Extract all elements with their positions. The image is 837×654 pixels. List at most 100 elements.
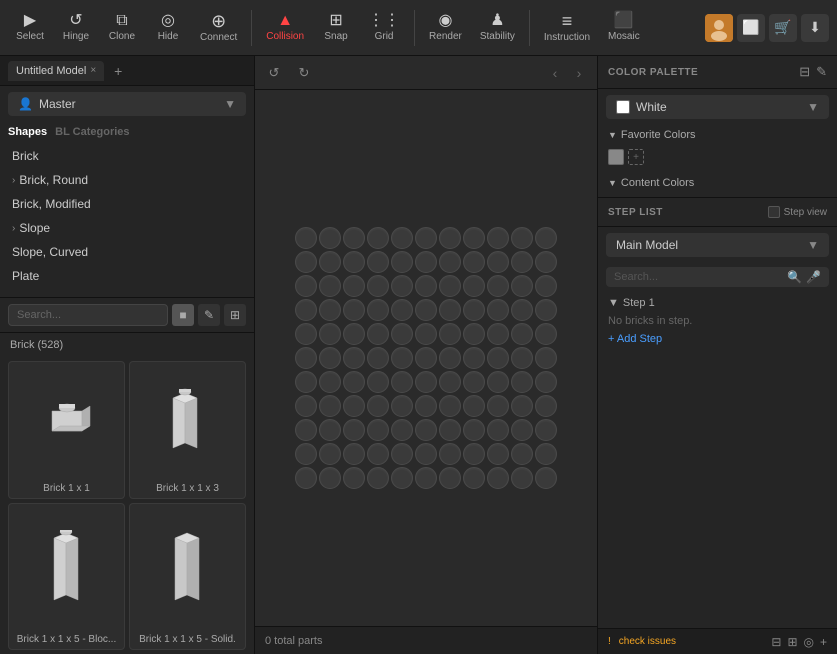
model-chevron-icon: ▼ <box>807 238 819 252</box>
toolbar-tools-group: ▶ Select ↺ Hinge ⧉ Clone ◎ Hide ⊕ Connec… <box>8 8 648 47</box>
step-content: ▼ Step 1 No bricks in step. + Add Step <box>598 291 837 628</box>
user-avatar[interactable] <box>705 14 733 42</box>
view-edit-btn[interactable]: ✎ <box>198 304 220 326</box>
tab-add-btn[interactable]: + <box>108 61 128 81</box>
edit-palette-icon[interactable]: ✎ <box>816 64 827 80</box>
stud <box>367 227 389 249</box>
stud <box>319 275 341 297</box>
search-input[interactable] <box>8 304 168 326</box>
brick-1x1x5-solid-label: Brick 1 x 1 x 5 - Solid. <box>139 634 236 645</box>
render-label: Render <box>429 31 462 42</box>
shape-brick-round-label: Brick, Round <box>19 173 88 187</box>
white-swatch <box>616 100 630 114</box>
shape-item-slope[interactable]: › Slope <box>0 216 254 240</box>
shape-item-brick-round[interactable]: › Brick, Round <box>0 168 254 192</box>
shape-slope-label: Slope <box>19 221 50 235</box>
shape-item-brick-modified[interactable]: Brick, Modified <box>0 192 254 216</box>
select-tool[interactable]: ▶ Select <box>8 9 52 46</box>
model-dropdown[interactable]: Main Model ▼ <box>606 233 829 257</box>
stud <box>367 323 389 345</box>
stud <box>391 275 413 297</box>
add-step-btn[interactable]: + Add Step <box>608 333 827 345</box>
content-colors-header[interactable]: ▼ Content Colors <box>608 177 827 189</box>
clone-tool[interactable]: ⧉ Clone <box>100 9 144 46</box>
monitor-btn[interactable]: ⬜ <box>737 14 765 42</box>
grid-tool[interactable]: ⋮⋮ Grid <box>360 9 408 46</box>
stud <box>415 443 437 465</box>
add-fav-btn[interactable]: + <box>628 149 644 165</box>
model-tab[interactable]: Untitled Model × <box>8 61 104 81</box>
shape-brick-modified-label: Brick, Modified <box>12 197 91 211</box>
left-panel: Untitled Model × + 👤 Master ▼ Shapes BL … <box>0 56 255 654</box>
stud <box>343 443 365 465</box>
download-btn[interactable]: ⬇ <box>801 14 829 42</box>
instruction-tool[interactable]: ≡ Instruction <box>536 8 598 47</box>
minimize-icon[interactable]: ⊟ <box>771 635 781 649</box>
stud <box>511 467 533 489</box>
render-tool[interactable]: ◉ Render <box>421 9 470 46</box>
eye-icon[interactable]: ◎ <box>804 635 814 649</box>
next-arrow[interactable]: › <box>569 63 589 83</box>
step-mic-icon[interactable]: 🎤 <box>806 270 821 284</box>
stud <box>391 371 413 393</box>
stud <box>535 275 557 297</box>
brick-item-1x1x5-solid[interactable]: Brick 1 x 1 x 5 - Solid. <box>129 503 246 651</box>
connect-tool[interactable]: ⊕ Connect <box>192 8 245 47</box>
redo-icon[interactable]: ↻ <box>293 62 315 84</box>
shape-item-slope-curved[interactable]: Slope, Curved <box>0 240 254 264</box>
step-list-section: STEP LIST Step view Main Model ▼ 🔍 🎤 <box>598 197 837 628</box>
tab-close-btn[interactable]: × <box>90 65 96 76</box>
step-search-input[interactable] <box>614 271 783 283</box>
check-issues-label[interactable]: check issues <box>619 636 676 647</box>
shape-item-plate[interactable]: Plate <box>0 264 254 288</box>
stud <box>319 443 341 465</box>
view-grid-btn[interactable]: ■ <box>172 304 194 326</box>
stud <box>295 419 317 441</box>
color-palette-title: COLOR PALETTE <box>608 67 698 78</box>
brick-item-1x1x5-bloc[interactable]: Brick 1 x 1 x 5 - Bloc... <box>8 503 125 651</box>
collision-tool[interactable]: ▲ Collision <box>258 9 312 46</box>
stud <box>343 347 365 369</box>
stud <box>535 419 557 441</box>
stability-tool[interactable]: ♟ Stability <box>472 9 523 46</box>
favorite-colors-label: Favorite Colors <box>621 129 696 141</box>
fav-swatch-1[interactable] <box>608 149 624 165</box>
expand-icon[interactable]: ⊞ <box>787 635 797 649</box>
step-1-header[interactable]: ▼ Step 1 <box>608 297 827 309</box>
color-palette-header: COLOR PALETTE ⊟ ✎ <box>598 56 837 89</box>
shape-item-brick[interactable]: Brick <box>0 144 254 168</box>
step-view-checkbox[interactable] <box>768 206 780 218</box>
stud <box>295 443 317 465</box>
cart-btn[interactable]: 🛒 <box>769 14 797 42</box>
stability-label: Stability <box>480 31 515 42</box>
step-view-toggle[interactable]: Step view <box>768 206 827 218</box>
hide-tool[interactable]: ◎ Hide <box>146 9 190 46</box>
stability-icon: ♟ <box>490 13 504 29</box>
center-canvas: ↺ ↻ ‹ › 0 total parts <box>255 56 597 654</box>
color-dropdown[interactable]: White ▼ <box>606 95 829 119</box>
stud <box>511 371 533 393</box>
parts-count: 0 total parts <box>265 635 322 647</box>
stud <box>295 467 317 489</box>
mosaic-tool[interactable]: ⬛ Mosaic <box>600 9 648 46</box>
filter-icon[interactable]: ⊟ <box>799 64 810 80</box>
snap-tool[interactable]: ⊞ Snap <box>314 9 358 46</box>
bl-categories-tab[interactable]: BL Categories <box>55 126 129 138</box>
shapes-tab[interactable]: Shapes <box>8 126 47 138</box>
favorite-colors-header[interactable]: ▼ Favorite Colors <box>608 129 827 141</box>
brick-item-1x1[interactable]: Brick 1 x 1 <box>8 361 125 499</box>
view-list-btn[interactable]: ⊞ <box>224 304 246 326</box>
plus-icon[interactable]: + <box>820 635 827 649</box>
undo-icon[interactable]: ↺ <box>263 62 285 84</box>
brick-item-1x1x3[interactable]: Brick 1 x 1 x 3 <box>129 361 246 499</box>
no-bricks-text: No bricks in step. <box>608 313 827 333</box>
stud <box>487 299 509 321</box>
canvas-area[interactable] <box>255 90 597 626</box>
stud <box>487 467 509 489</box>
prev-arrow[interactable]: ‹ <box>545 63 565 83</box>
hinge-tool[interactable]: ↺ Hinge <box>54 9 98 46</box>
master-dropdown[interactable]: 👤 Master ▼ <box>8 92 246 116</box>
stud <box>511 323 533 345</box>
connect-label: Connect <box>200 32 237 43</box>
stud <box>511 275 533 297</box>
